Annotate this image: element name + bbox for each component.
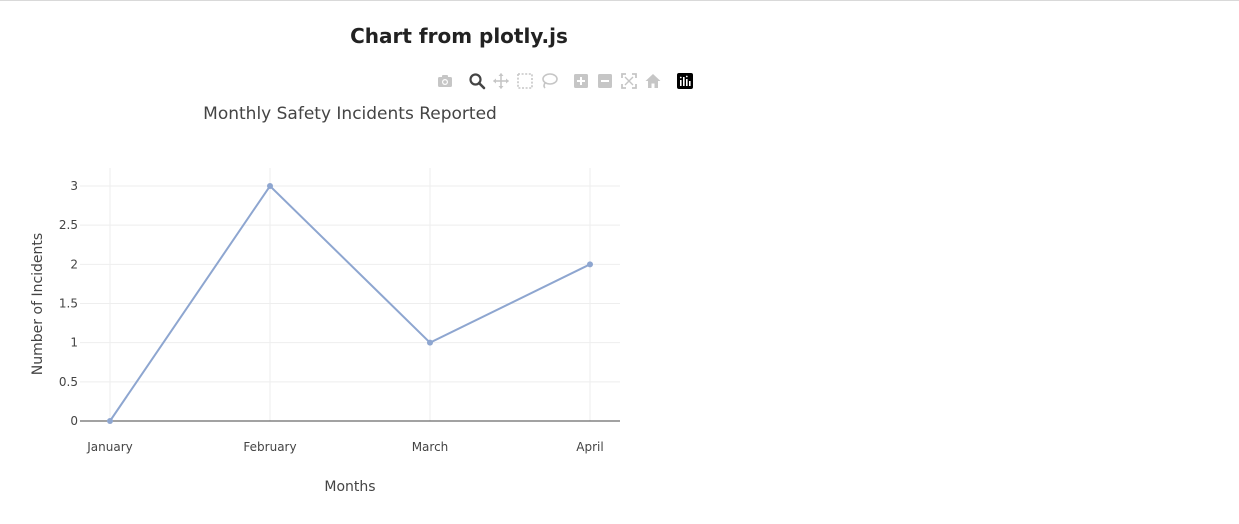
y-tick-label: 2.5 bbox=[59, 218, 78, 232]
reset-axes-icon[interactable] bbox=[644, 72, 662, 90]
x-axis-ticks: January February March April bbox=[86, 440, 603, 454]
chart-grid bbox=[80, 168, 620, 421]
data-point bbox=[587, 261, 593, 268]
autoscale-icon[interactable] bbox=[620, 72, 638, 90]
zoom-out-icon[interactable] bbox=[596, 72, 614, 90]
plotly-logo-icon[interactable] bbox=[676, 72, 694, 90]
y-axis-label: Number of Incidents bbox=[30, 233, 46, 375]
chart-container: Monthly Safety Incidents Reported 0 0.5 1 1… bbox=[0, 95, 700, 515]
y-tick-label: 1 bbox=[70, 336, 78, 350]
box-select-icon[interactable] bbox=[516, 72, 534, 90]
y-axis-ticks: 0 0.5 1 1.5 2 2.5 3 bbox=[59, 179, 78, 428]
page-title: Chart from plotly.js bbox=[350, 24, 568, 48]
chart-title: Monthly Safety Incidents Reported bbox=[203, 104, 497, 124]
y-tick-label: 0.5 bbox=[59, 375, 78, 389]
y-tick-label: 0 bbox=[70, 414, 78, 428]
y-tick-label: 3 bbox=[70, 179, 78, 193]
x-tick-label: February bbox=[243, 440, 296, 454]
pan-icon[interactable] bbox=[492, 72, 510, 90]
zoom-icon[interactable] bbox=[468, 72, 486, 90]
y-tick-label: 2 bbox=[70, 257, 78, 271]
x-tick-label: March bbox=[412, 440, 449, 454]
line-chart[interactable]: Monthly Safety Incidents Reported 0 0.5 1 1… bbox=[0, 95, 700, 515]
data-point bbox=[267, 183, 273, 189]
x-axis-label: Months bbox=[324, 479, 375, 495]
top-divider bbox=[0, 0, 1239, 1]
data-point bbox=[427, 339, 433, 346]
camera-icon[interactable] bbox=[436, 72, 454, 90]
data-point bbox=[107, 418, 113, 424]
zoom-in-icon[interactable] bbox=[572, 72, 590, 90]
x-tick-label: April bbox=[576, 440, 603, 454]
x-tick-label: January bbox=[86, 440, 133, 454]
y-tick-label: 1.5 bbox=[59, 297, 78, 311]
lasso-select-icon[interactable] bbox=[540, 72, 558, 90]
